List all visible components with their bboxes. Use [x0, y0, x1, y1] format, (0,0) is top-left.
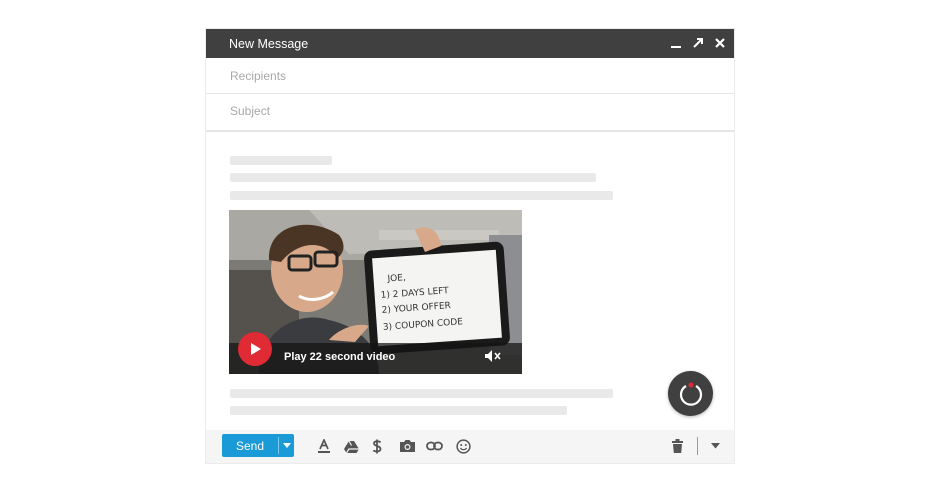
compose-window: New Message Recipients Subject JOE, 1) 2… — [206, 29, 734, 463]
compose-title: New Message — [229, 37, 309, 51]
body-text-placeholder — [230, 389, 613, 398]
video-thumbnail[interactable]: JOE, 1) 2 DAYS LEFT 2) YOUR OFFER 3) COU… — [229, 210, 522, 374]
close-icon[interactable] — [712, 35, 728, 51]
body-text-placeholder — [230, 191, 613, 200]
subject-row — [206, 94, 734, 132]
more-options-caret-icon[interactable] — [709, 438, 721, 454]
note-line-1: JOE, — [386, 273, 406, 284]
body-text-placeholder — [230, 173, 596, 182]
subject-input[interactable] — [228, 103, 712, 119]
video-play-bar: Play 22 second video — [229, 332, 522, 374]
compose-titlebar: New Message — [206, 29, 734, 58]
drive-icon[interactable] — [343, 438, 359, 454]
play-icon[interactable] — [238, 332, 272, 366]
body-text-placeholder — [230, 406, 567, 415]
mute-icon[interactable] — [484, 349, 502, 368]
window-controls — [668, 35, 728, 51]
emoji-icon[interactable] — [456, 438, 471, 454]
send-divider — [278, 437, 279, 454]
link-icon[interactable] — [426, 438, 443, 454]
trash-icon[interactable] — [671, 438, 683, 454]
play-video-label[interactable]: Play 22 second video — [284, 351, 395, 363]
money-icon[interactable] — [371, 438, 383, 454]
toolbar-divider — [697, 437, 698, 455]
expand-icon[interactable] — [690, 35, 706, 51]
recipients-row — [206, 59, 734, 94]
body-text-placeholder — [230, 156, 332, 165]
camera-icon[interactable] — [398, 438, 416, 454]
send-button-group: Send — [222, 434, 294, 457]
record-icon — [679, 382, 702, 406]
record-video-button[interactable] — [668, 371, 713, 416]
send-options-caret-icon[interactable] — [280, 434, 294, 457]
recipients-input[interactable] — [228, 68, 712, 84]
minimize-icon[interactable] — [668, 35, 684, 51]
text-format-icon[interactable] — [317, 438, 331, 454]
compose-toolbar: Send — [206, 430, 734, 463]
send-button[interactable]: Send — [236, 439, 264, 453]
